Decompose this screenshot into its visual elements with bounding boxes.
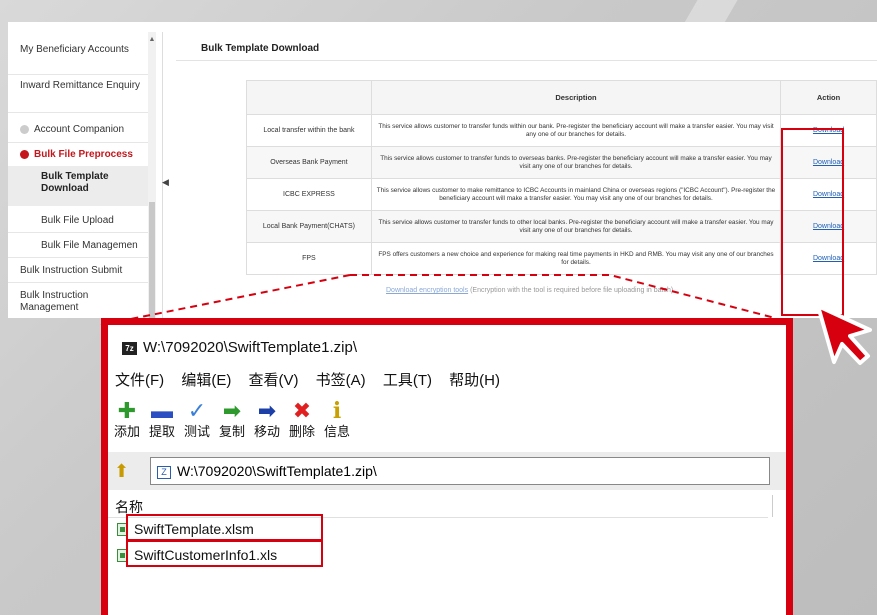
encryption-tools-link[interactable]: Download encryption tools xyxy=(386,287,468,294)
sidebar-item-my-beneficiary-accounts[interactable]: My Beneficiary Accounts xyxy=(8,44,148,56)
sidebar-divider xyxy=(8,232,148,233)
sidebar-scrollbar-thumb[interactable] xyxy=(149,202,155,318)
sidebar-item-bulk-file-management[interactable]: Bulk File Managemen xyxy=(8,240,148,252)
service-description: FPS offers customers a new choice and ex… xyxy=(370,242,782,275)
copy-button[interactable]: ➡ 复制 xyxy=(215,398,249,440)
window-title: 7z W:\7092020\SwiftTemplate1.zip\ xyxy=(122,339,357,356)
bank-webpage: My Beneficiary Accounts Inward Remittanc… xyxy=(8,22,877,318)
action-column-highlight xyxy=(781,128,844,316)
table-header-description: Description xyxy=(370,80,782,115)
encryption-tools-line: Download encryption tools (Encryption wi… xyxy=(386,287,673,294)
menu-file[interactable]: 文件(F) xyxy=(115,372,164,389)
info-button[interactable]: i 信息 xyxy=(320,398,354,440)
archive-icon: Z xyxy=(157,466,171,479)
window-title-text: W:\7092020\SwiftTemplate1.zip\ xyxy=(143,339,358,356)
menu-view[interactable]: 查看(V) xyxy=(249,372,299,389)
file-highlight-box xyxy=(126,540,323,567)
file-highlight-box xyxy=(126,514,323,541)
service-description: This service allows customer to transfer… xyxy=(370,146,782,179)
move-button[interactable]: ➡ 移动 xyxy=(250,398,284,440)
page-title: Bulk Template Download xyxy=(201,43,320,54)
table-header-row: Description Action xyxy=(246,80,877,115)
collapse-left-icon[interactable]: ◀ xyxy=(162,177,169,188)
menu-bar: 文件(F) 编辑(E) 查看(V) 书签(A) 工具(T) 帮助(H) xyxy=(115,369,513,390)
menu-bookmarks[interactable]: 书签(A) xyxy=(316,372,366,389)
extract-button[interactable]: ▬ 提取 xyxy=(145,398,179,440)
sidebar-divider xyxy=(8,74,148,75)
delete-x-icon: ✖ xyxy=(292,398,312,423)
sidebar-divider xyxy=(8,257,148,258)
service-description: This service allows customer to transfer… xyxy=(370,114,782,147)
sidebar-divider xyxy=(8,142,148,143)
copy-arrows-icon: ➡ xyxy=(222,398,242,423)
table-header-action: Action xyxy=(780,80,877,115)
service-type: Local transfer within the bank xyxy=(246,114,372,147)
add-button[interactable]: ✚ 添加 xyxy=(110,398,144,440)
toolbar: ✚ 添加 ▬ 提取 ✓ 测试 ➡ 复制 ➡ 移动 ✖ 删除 i 信息 xyxy=(108,398,786,448)
column-separator xyxy=(772,495,773,517)
delete-button[interactable]: ✖ 删除 xyxy=(285,398,319,440)
sidebar-item-inward-remittance-enquiry[interactable]: Inward Remittance Enquiry xyxy=(8,80,148,92)
address-text: W:\7092020\SwiftTemplate1.zip\ xyxy=(177,463,377,479)
minus-icon: ▬ xyxy=(151,398,173,423)
sidebar-item-account-companion[interactable]: Account Companion xyxy=(8,124,148,136)
7zip-logo-icon: 7z xyxy=(122,342,137,355)
sidebar-item-bulk-file-preprocess[interactable]: Bulk File Preprocess xyxy=(8,149,148,161)
sidebar-item-bulk-instruction-submit[interactable]: Bulk Instruction Submit xyxy=(8,265,148,277)
test-button[interactable]: ✓ 测试 xyxy=(180,398,214,440)
plus-icon: ✚ xyxy=(117,398,137,423)
service-description: This service allows customer to transfer… xyxy=(370,210,782,243)
sidebar-divider xyxy=(8,112,148,113)
service-type: ICBC EXPRESS xyxy=(246,178,372,211)
service-type: Overseas Bank Payment xyxy=(246,146,372,179)
move-arrow-icon: ➡ xyxy=(257,398,277,423)
check-icon: ✓ xyxy=(187,398,207,423)
sidebar-item-bulk-file-upload[interactable]: Bulk File Upload xyxy=(8,215,148,227)
circle-icon xyxy=(20,125,29,134)
service-type: Local Bank Payment(CHATS) xyxy=(246,210,372,243)
title-divider xyxy=(176,60,877,61)
info-icon: i xyxy=(332,398,342,424)
service-type: FPS xyxy=(246,242,372,275)
expand-circle-icon xyxy=(20,150,29,159)
sidebar-item-bulk-template-download[interactable]: Bulk Template Download xyxy=(8,166,148,206)
pointer-arrow-icon xyxy=(816,304,872,365)
menu-tools[interactable]: 工具(T) xyxy=(383,372,432,389)
service-description: This service allows customer to make rem… xyxy=(370,178,782,211)
address-row: ⬆ Z W:\7092020\SwiftTemplate1.zip\ xyxy=(108,452,786,490)
sidebar-item-bulk-instruction-management[interactable]: Bulk Instruction Management xyxy=(8,290,148,314)
encryption-note: (Encryption with the tool is required be… xyxy=(470,287,674,294)
address-bar[interactable]: Z W:\7092020\SwiftTemplate1.zip\ xyxy=(150,457,770,485)
menu-edit[interactable]: 编辑(E) xyxy=(181,372,231,389)
table-header-type xyxy=(246,80,372,115)
scroll-up-arrow-icon[interactable]: ▲ xyxy=(148,36,156,43)
sidebar-divider xyxy=(8,282,148,283)
menu-help[interactable]: 帮助(H) xyxy=(449,372,500,389)
zip-window-content: 7z W:\7092020\SwiftTemplate1.zip\ 文件(F) 编… xyxy=(108,325,786,615)
sidebar: My Beneficiary Accounts Inward Remittanc… xyxy=(8,32,169,318)
folder-up-icon[interactable]: ⬆ xyxy=(114,461,129,482)
zip-archive-window: 7z W:\7092020\SwiftTemplate1.zip\ 文件(F) 编… xyxy=(101,318,793,615)
